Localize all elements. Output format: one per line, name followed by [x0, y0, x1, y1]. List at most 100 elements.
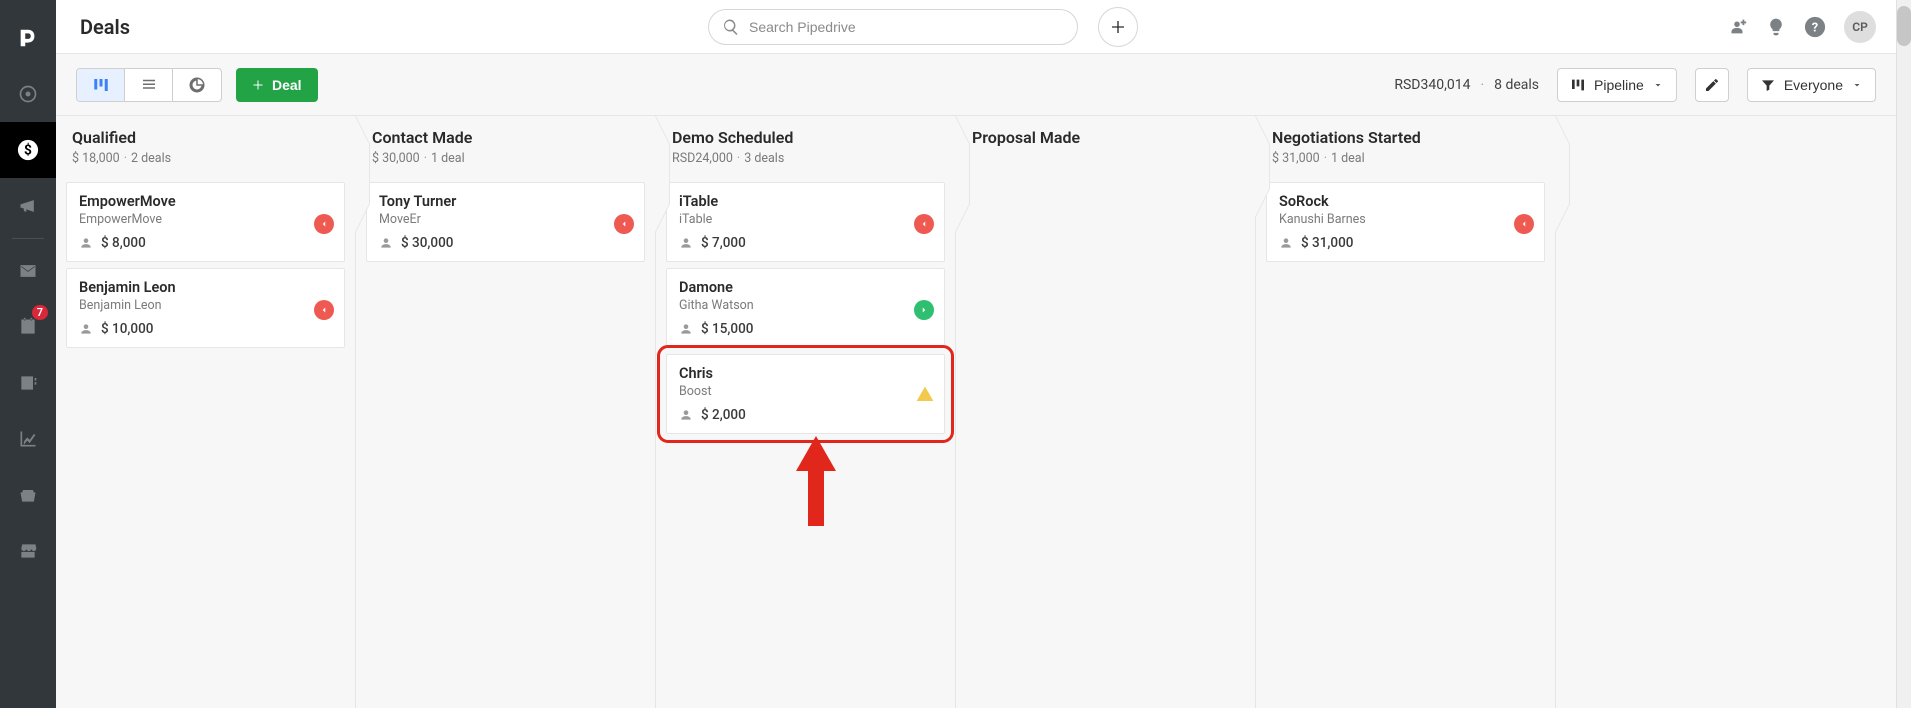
deal-title: iTable [679, 193, 932, 210]
add-deal-button[interactable]: Deal [236, 68, 318, 102]
nav-item-deals[interactable]: $ [0, 122, 56, 178]
quick-add-button[interactable] [1098, 7, 1138, 47]
deal-card[interactable]: SoRock Kanushi Barnes $ 31,000 [1266, 182, 1545, 262]
toolbar-right: RSD340,014 · 8 deals Pipeline Everyone [1394, 68, 1876, 102]
view-list-button[interactable] [125, 69, 173, 101]
status-overdue-icon [1514, 214, 1534, 234]
column-title: Contact Made [372, 128, 639, 147]
column-amount: $ 30,000 [372, 151, 420, 166]
svg-text:?: ? [1812, 20, 1818, 35]
column-count: 1 deal [431, 151, 465, 166]
person-icon [79, 236, 93, 250]
search-input[interactable] [708, 9, 1078, 45]
summary-count: 8 deals [1494, 77, 1539, 93]
plus-icon [252, 79, 264, 91]
pipeline-column: Demo Scheduled RSD24,000 ·3 deals iTable… [656, 116, 956, 708]
column-header[interactable]: Proposal Made [956, 116, 1255, 161]
view-pipeline-button[interactable] [77, 69, 125, 101]
deal-amount: $ 8,000 [101, 235, 146, 251]
deal-amount: $ 7,000 [701, 235, 746, 251]
invite-icon[interactable] [1726, 16, 1748, 38]
deal-title: EmpowerMove [79, 193, 332, 210]
deal-card[interactable]: Damone Githa Watson $ 15,000 [666, 268, 945, 348]
activities-badge: 7 [32, 305, 48, 320]
column-count: 3 deals [744, 151, 784, 166]
column-title: Qualified [72, 128, 339, 147]
column-header[interactable]: Negotiations Started $ 31,000 ·1 deal [1256, 116, 1555, 176]
deal-card[interactable]: EmpowerMove EmpowerMove $ 8,000 [66, 182, 345, 262]
status-overdue-icon [314, 214, 334, 234]
deal-amount: $ 31,000 [1301, 235, 1353, 251]
column-cards [956, 161, 1255, 167]
user-filter-label: Everyone [1784, 77, 1843, 93]
vertical-scrollbar[interactable] [1896, 0, 1911, 708]
deal-meta: $ 15,000 [679, 321, 932, 337]
deal-meta: $ 30,000 [379, 235, 632, 251]
column-subtitle: $ 30,000 ·1 deal [372, 151, 639, 166]
nav-item-activities[interactable]: 7 [0, 299, 56, 355]
deal-org: Kanushi Barnes [1279, 212, 1532, 227]
pipeline-summary: RSD340,014 · 8 deals [1394, 77, 1539, 93]
add-deal-label: Deal [272, 77, 302, 93]
deal-amount: $ 2,000 [701, 407, 746, 423]
deal-org: EmpowerMove [79, 212, 332, 227]
deal-meta: $ 8,000 [79, 235, 332, 251]
help-icon[interactable]: ? [1804, 16, 1826, 38]
nav-item-campaigns[interactable] [0, 178, 56, 234]
status-overdue-icon [914, 214, 934, 234]
user-avatar[interactable]: CP [1844, 11, 1876, 43]
column-cards: EmpowerMove EmpowerMove $ 8,000 Benjamin… [56, 176, 355, 348]
edit-pipeline-button[interactable] [1695, 68, 1729, 102]
pipeline-board: Qualified $ 18,000 ·2 deals EmpowerMove … [56, 116, 1896, 708]
deal-card[interactable]: iTable iTable $ 7,000 [666, 182, 945, 262]
deal-title: Benjamin Leon [79, 279, 332, 296]
main-area: Deals ? CP [56, 0, 1896, 708]
nav-item-mail[interactable] [0, 243, 56, 299]
column-header[interactable]: Contact Made $ 30,000 ·1 deal [356, 116, 655, 176]
nav-item-products[interactable] [0, 467, 56, 523]
status-ok-icon [914, 300, 934, 320]
user-filter[interactable]: Everyone [1747, 68, 1876, 102]
column-title: Demo Scheduled [672, 128, 939, 147]
deal-title: SoRock [1279, 193, 1532, 210]
deal-meta: $ 7,000 [679, 235, 932, 251]
status-overdue-icon [614, 214, 634, 234]
column-subtitle: $ 31,000 ·1 deal [1272, 151, 1539, 166]
column-count: 1 deal [1331, 151, 1365, 166]
pipeline-selector[interactable]: Pipeline [1557, 68, 1677, 102]
nav-item-insights[interactable] [0, 411, 56, 467]
topbar: Deals ? CP [56, 0, 1896, 54]
person-icon [679, 408, 693, 422]
left-nav-rail: $ 7 [0, 0, 56, 708]
deal-title: Damone [679, 279, 932, 296]
deal-amount: $ 30,000 [401, 235, 453, 251]
pipeline-column: Negotiations Started $ 31,000 ·1 deal So… [1256, 116, 1556, 708]
search-icon [722, 18, 740, 36]
column-title: Negotiations Started [1272, 128, 1539, 147]
status-warning-icon [916, 385, 934, 407]
tips-icon[interactable] [1766, 17, 1786, 37]
pipeline-selector-label: Pipeline [1594, 77, 1644, 93]
nav-item-contacts[interactable] [0, 355, 56, 411]
person-icon [679, 322, 693, 336]
list-icon [140, 76, 158, 94]
toolbar: Deal RSD340,014 · 8 deals Pipeline Every… [56, 54, 1896, 116]
column-cards: Tony Turner MoveEr $ 30,000 [356, 176, 655, 262]
deal-org: iTable [679, 212, 932, 227]
annotation-arrow [796, 436, 836, 530]
nav-logo[interactable] [0, 10, 56, 66]
scrollbar-thumb[interactable] [1897, 6, 1911, 46]
nav-item-marketplace[interactable] [0, 523, 56, 579]
pipeline-column: Contact Made $ 30,000 ·1 deal Tony Turne… [356, 116, 656, 708]
deal-card[interactable]: Tony Turner MoveEr $ 30,000 [366, 182, 645, 262]
column-subtitle: RSD24,000 ·3 deals [672, 151, 939, 166]
deal-card[interactable]: Benjamin Leon Benjamin Leon $ 10,000 [66, 268, 345, 348]
deal-card[interactable]: Chris Boost $ 2,000 [666, 354, 945, 434]
column-header[interactable]: Qualified $ 18,000 ·2 deals [56, 116, 355, 176]
deal-amount: $ 15,000 [701, 321, 753, 337]
nav-item-leads[interactable] [0, 66, 56, 122]
columns-icon [92, 76, 110, 94]
column-header[interactable]: Demo Scheduled RSD24,000 ·3 deals [656, 116, 955, 176]
view-forecast-button[interactable] [173, 69, 221, 101]
person-icon [1279, 236, 1293, 250]
